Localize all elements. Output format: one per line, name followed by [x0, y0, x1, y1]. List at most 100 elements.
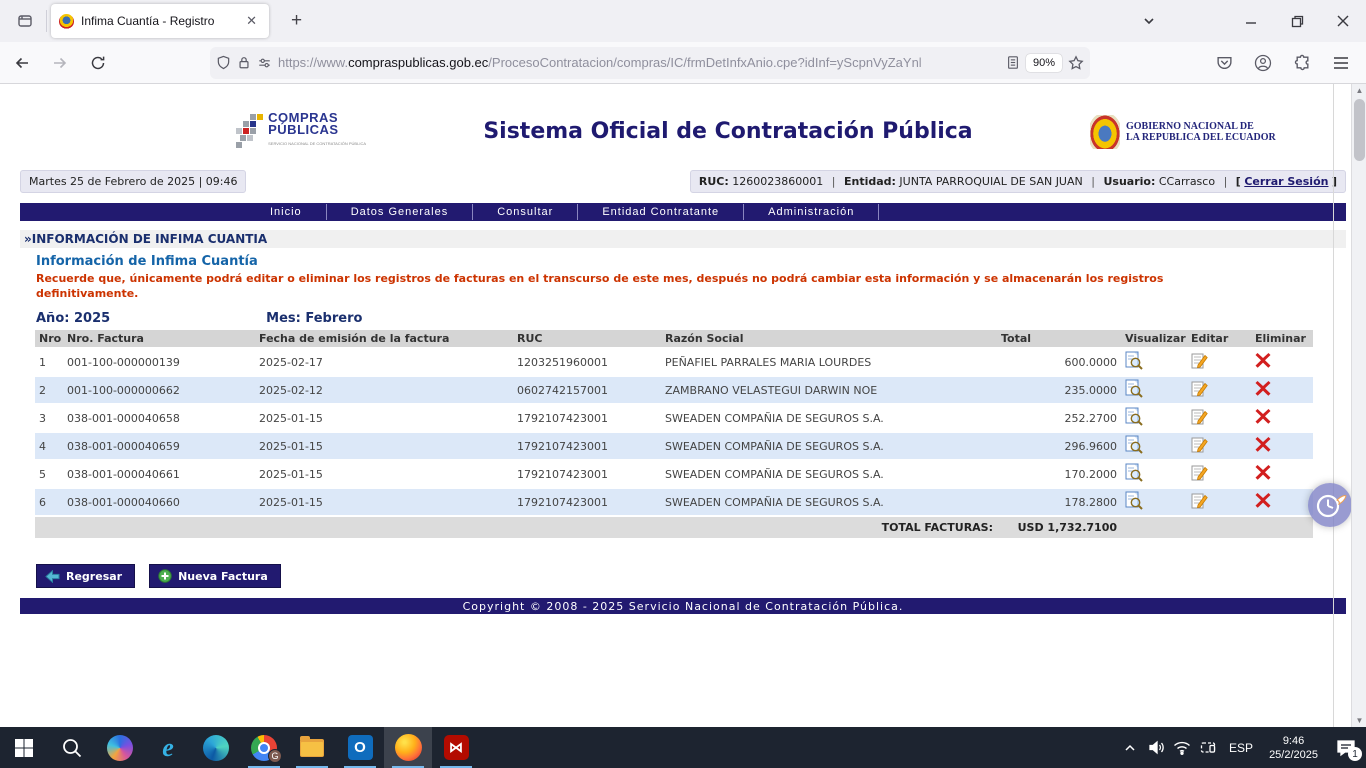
taskbar-copilot-icon[interactable] — [96, 727, 144, 768]
table-row: 2 001-100-000000662 2025-02-12 060274215… — [35, 376, 1313, 404]
content-right-border — [1333, 84, 1334, 727]
scrollbar-thumb[interactable] — [1354, 99, 1365, 161]
ruc-label: RUC: — [699, 175, 729, 188]
visualizar-icon[interactable] — [1121, 488, 1187, 516]
eliminar-icon[interactable] — [1251, 348, 1313, 376]
editar-icon[interactable] — [1187, 432, 1251, 460]
volume-icon[interactable] — [1143, 727, 1169, 768]
tray-clock[interactable]: 9:46 25/2/2025 — [1261, 734, 1326, 762]
taskbar-acrobat-icon[interactable]: ⋈ — [432, 727, 480, 768]
bookmark-star-icon[interactable] — [1068, 55, 1084, 71]
firefox-view-icon[interactable] — [8, 6, 42, 36]
page-viewport: COMPRAS PÚBLICAS SERVICIO NACIONAL DE CO… — [0, 84, 1366, 727]
tray-date: 25/2/2025 — [1269, 748, 1318, 762]
eliminar-icon[interactable] — [1251, 376, 1313, 404]
editar-icon[interactable] — [1187, 376, 1251, 404]
eliminar-icon[interactable] — [1251, 404, 1313, 432]
back-button[interactable] — [6, 47, 38, 79]
visualizar-icon[interactable] — [1121, 404, 1187, 432]
browser-toolbar: https://www.compraspublicas.gob.ec/Proce… — [0, 42, 1366, 84]
page-scrollbar[interactable]: ▲ ▼ — [1351, 84, 1366, 727]
taskbar-chrome-icon[interactable]: G — [240, 727, 288, 768]
logo-line2: PÚBLICAS — [268, 124, 366, 136]
nav-item-entidad-contratante[interactable]: Entidad Contratante — [578, 205, 743, 219]
new-tab-button[interactable]: + — [283, 10, 310, 32]
window-close-button[interactable] — [1320, 0, 1366, 42]
eliminar-icon[interactable] — [1251, 488, 1313, 516]
table-row: 5 038-001-000040661 2025-01-15 179210742… — [35, 460, 1313, 488]
action-center-icon[interactable]: 1 — [1326, 727, 1366, 768]
gov-logo-line2: LA REPUBLICA DEL ECUADOR — [1126, 132, 1276, 143]
eliminar-icon[interactable] — [1251, 460, 1313, 488]
forward-button[interactable] — [44, 47, 76, 79]
logo-pixel-art — [236, 112, 260, 152]
gov-logo-line1: GOBIERNO NACIONAL DE — [1126, 121, 1276, 132]
taskbar-edge-icon[interactable] — [192, 727, 240, 768]
table-row: 6 038-001-000040660 2025-01-15 179210742… — [35, 488, 1313, 516]
taskbar-search-icon[interactable] — [48, 727, 96, 768]
scroll-down-icon[interactable]: ▼ — [1352, 716, 1366, 725]
menu-hamburger-icon[interactable] — [1326, 47, 1356, 79]
list-all-tabs-icon[interactable] — [1126, 0, 1172, 42]
taskbar-internet-explorer-icon[interactable]: e — [144, 727, 192, 768]
wifi-icon[interactable] — [1169, 727, 1195, 768]
language-indicator[interactable]: ESP — [1221, 741, 1261, 755]
datetime-chip: Martes 25 de Febrero de 2025 | 09:46 — [20, 170, 246, 193]
url-text[interactable]: https://www.compraspublicas.gob.ec/Proce… — [278, 55, 1000, 70]
visualizar-icon[interactable] — [1121, 432, 1187, 460]
plus-circle-icon — [158, 569, 172, 583]
usuario-value: CCarrasco — [1159, 175, 1215, 188]
visualizar-icon[interactable] — [1121, 348, 1187, 376]
screen-recorder-overlay-icon[interactable] — [1308, 483, 1352, 527]
taskbar-firefox-icon[interactable] — [384, 727, 432, 768]
account-icon[interactable] — [1248, 47, 1278, 79]
start-button[interactable] — [0, 727, 48, 768]
extensions-icon[interactable] — [1287, 47, 1317, 79]
pocket-icon[interactable] — [1209, 47, 1239, 79]
visualizar-icon[interactable] — [1121, 460, 1187, 488]
display-connect-icon[interactable] — [1195, 727, 1221, 768]
url-bar[interactable]: https://www.compraspublicas.gob.ec/Proce… — [210, 47, 1090, 79]
eliminar-icon[interactable] — [1251, 432, 1313, 460]
warning-text: Recuerde que, únicamente podrá editar o … — [36, 271, 1256, 301]
editar-icon[interactable] — [1187, 488, 1251, 516]
nav-item-administracion[interactable]: Administración — [744, 205, 878, 219]
window-minimize-button[interactable] — [1228, 0, 1274, 42]
site-header: COMPRAS PÚBLICAS SERVICIO NACIONAL DE CO… — [20, 84, 1346, 162]
regresar-button[interactable]: Regresar — [36, 564, 135, 588]
window-restore-button[interactable] — [1274, 0, 1320, 42]
lock-icon[interactable] — [237, 55, 251, 70]
windows-taskbar: e G O ⋈ ESP 9:46 25/2/2025 — [0, 727, 1366, 768]
reader-mode-icon[interactable] — [1006, 55, 1020, 70]
shield-icon[interactable] — [216, 55, 231, 70]
site-favicon-icon — [59, 14, 74, 29]
nueva-factura-button[interactable]: Nueva Factura — [149, 564, 281, 588]
zoom-level-indicator[interactable]: 90% — [1026, 54, 1062, 72]
tray-chevron-up-icon[interactable] — [1117, 727, 1143, 768]
taskbar-file-explorer-icon[interactable] — [288, 727, 336, 768]
nav-item-consultar[interactable]: Consultar — [473, 205, 577, 219]
breadcrumb: »INFORMACIÓN DE INFIMA CUANTIA — [20, 230, 1346, 248]
back-arrow-icon — [45, 570, 60, 583]
active-tab[interactable]: Infima Cuantía - Registro ✕ — [51, 4, 269, 38]
logout-link[interactable]: Cerrar Sesión — [1244, 175, 1328, 188]
taskbar-outlook-icon[interactable]: O — [336, 727, 384, 768]
editar-icon[interactable] — [1187, 348, 1251, 376]
usuario-label: Usuario: — [1103, 175, 1155, 188]
permissions-icon[interactable] — [257, 56, 272, 70]
month-label: Mes: Febrero — [266, 311, 362, 326]
site-footer: Copyright © 2008 - 2025 Servicio Naciona… — [20, 598, 1346, 614]
reload-button[interactable] — [82, 47, 114, 79]
government-logo: GOBIERNO NACIONAL DE LA REPUBLICA DEL EC… — [1090, 115, 1320, 149]
visualizar-icon[interactable] — [1121, 376, 1187, 404]
tab-close-icon[interactable]: ✕ — [242, 11, 261, 31]
scroll-up-icon[interactable]: ▲ — [1352, 86, 1366, 95]
editar-icon[interactable] — [1187, 460, 1251, 488]
tab-title: Infima Cuantía - Registro — [81, 14, 235, 28]
nav-item-inicio[interactable]: Inicio — [246, 205, 326, 219]
table-row: 3 038-001-000040658 2025-01-15 179210742… — [35, 404, 1313, 432]
section-title: Información de Infima Cuantía — [36, 254, 1346, 269]
year-label: Año: 2025 — [36, 311, 110, 326]
editar-icon[interactable] — [1187, 404, 1251, 432]
nav-item-datos-generales[interactable]: Datos Generales — [327, 205, 473, 219]
